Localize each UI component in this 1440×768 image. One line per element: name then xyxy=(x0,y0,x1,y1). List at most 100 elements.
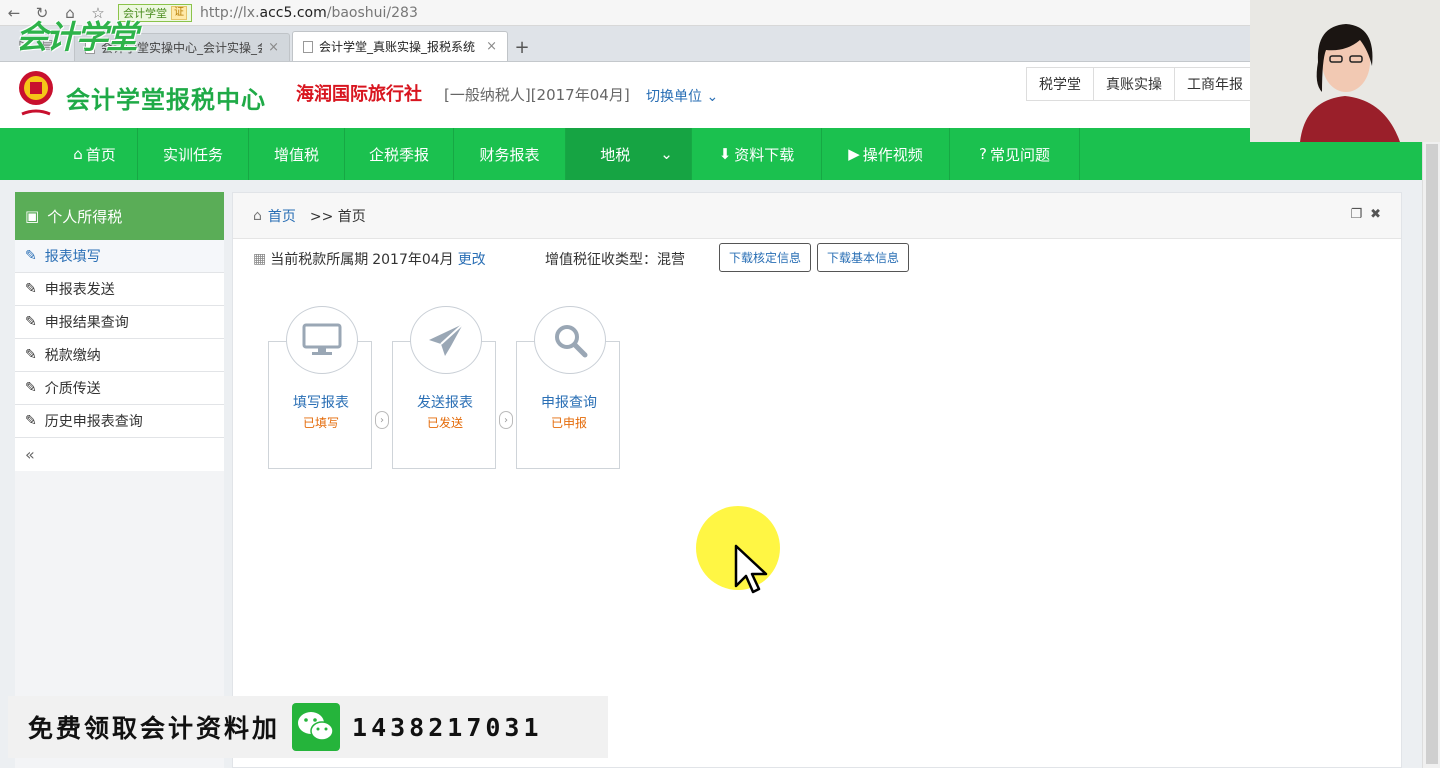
download-basic-button[interactable]: 下载基本信息 xyxy=(817,243,910,272)
browser-tab-2[interactable]: 会计学堂_真账实操_报税系统 × xyxy=(292,31,508,61)
top-link-annual-report[interactable]: 工商年报 xyxy=(1175,68,1256,100)
download-verify-button[interactable]: 下载核定信息 xyxy=(719,243,812,272)
promo-banner: 免费领取会计资料加 1438217031 xyxy=(8,696,608,758)
page-scrollbar[interactable] xyxy=(1422,142,1440,768)
breadcrumb-home-link[interactable]: 首页 xyxy=(268,206,296,226)
url-domain: acc5.com xyxy=(259,4,327,21)
nav-label: 企税季报 xyxy=(368,145,429,164)
edit-icon: ✎ xyxy=(25,314,37,330)
sidebar-item-media-transfer[interactable]: ✎ 介质传送 xyxy=(15,372,224,405)
sidebar-item-query-result[interactable]: ✎ 申报结果查询 xyxy=(15,306,224,339)
change-period-link[interactable]: 更改 xyxy=(458,249,486,269)
cert-badge-mark: 证 xyxy=(171,5,187,20)
monitor-icon[interactable] xyxy=(286,306,358,374)
tax-period: ▦ 当前税款所属期 2017年04月 更改 xyxy=(253,249,486,269)
tab-label: 会计学堂_真账实操_报税系统 xyxy=(319,40,476,54)
nav-local-tax[interactable]: 地税 ⌄ xyxy=(566,128,692,180)
edit-icon: ✎ xyxy=(25,281,37,297)
scrollbar-thumb[interactable] xyxy=(1426,144,1438,764)
nav-label: 实训任务 xyxy=(162,145,223,164)
nav-vat[interactable]: 增值税 xyxy=(249,128,345,180)
sidebar-item-history[interactable]: ✎ 历史申报表查询 xyxy=(15,405,224,438)
step-title: 申报查询 xyxy=(541,395,597,411)
sidebar-item-label: 申报结果查询 xyxy=(44,315,129,331)
edit-icon: ✎ xyxy=(25,413,37,429)
step-title: 发送报表 xyxy=(417,395,473,411)
top-link-tax-school[interactable]: 税学堂 xyxy=(1027,68,1094,100)
sidebar-item-label: 介质传送 xyxy=(44,381,101,397)
content-panel: ⌂ 首页 >> 首页 ❐ ✖ ▦ 当前税款所属期 2017年04月 更改 增值税… xyxy=(232,192,1402,768)
brand-watermark: 会计学堂 xyxy=(16,18,138,56)
nav-label: 首页 xyxy=(85,145,116,164)
close-icon[interactable]: ✖ xyxy=(1370,207,1381,222)
tax-emblem-icon xyxy=(19,71,53,116)
chevron-down-icon: ⌄ xyxy=(706,89,719,105)
nav-label: 资料下载 xyxy=(734,145,795,164)
wechat-icon xyxy=(292,703,341,751)
edit-icon: ✎ xyxy=(25,380,37,396)
site-title: 会计学堂报税中心 xyxy=(66,86,266,114)
sidebar-item-label: 申报表发送 xyxy=(44,282,115,298)
edit-icon: ✎ xyxy=(25,248,37,264)
step-status: 已填写 xyxy=(302,416,339,430)
url-field[interactable]: http://lx.acc5.com/baoshui/283 xyxy=(200,5,418,21)
nav-home[interactable]: ⌂ 首页 xyxy=(52,128,138,180)
mouse-cursor-icon xyxy=(734,544,768,594)
page-icon xyxy=(303,40,313,53)
webcam-overlay xyxy=(1250,0,1440,142)
nav-downloads[interactable]: ⬇ 资料下载 xyxy=(692,128,822,180)
browser-tab-bar: ⊳ ▤ 会计学堂实操中心_会计实操_会计 × 会计学堂_真账实操_报税系统 × … xyxy=(0,26,1250,62)
sidebar-item-label: 报表填写 xyxy=(44,249,101,265)
sidebar-item-send-report[interactable]: ✎ 申报表发送 xyxy=(15,273,224,306)
breadcrumb-current: >> 首页 xyxy=(309,208,366,225)
nav-label: 常见问题 xyxy=(989,145,1050,164)
period-value: 2017年04月 xyxy=(372,252,454,268)
period-label: 当前税款所属期 xyxy=(270,252,369,268)
url-prefix: http://lx. xyxy=(200,4,260,21)
nav-faq[interactable]: ? 常见问题 xyxy=(950,128,1080,180)
period-row: ▦ 当前税款所属期 2017年04月 更改 增值税征收类型：混营 下载核定信息 … xyxy=(233,239,1401,275)
sidebar-item-tax-payment[interactable]: ✎ 税款缴纳 xyxy=(15,339,224,372)
sidebar-collapse-button[interactable]: « xyxy=(15,438,224,471)
nav-label: 地税 xyxy=(600,145,631,164)
top-links: 税学堂 真账实操 工商年报 xyxy=(1026,67,1257,101)
new-tab-button[interactable]: + xyxy=(510,33,534,61)
sidebar-header: ▣ 个人所得税 xyxy=(15,192,224,240)
switch-unit-link[interactable]: 切换单位 ⌄ xyxy=(646,86,718,106)
close-icon[interactable]: × xyxy=(486,39,497,54)
step-arrow-icon: › xyxy=(375,411,389,429)
vat-type: 增值税征收类型：混营 xyxy=(545,252,685,268)
edit-icon: ✎ xyxy=(25,347,37,363)
sidebar-item-label: 历史申报表查询 xyxy=(44,414,143,430)
close-icon[interactable]: × xyxy=(268,40,279,55)
nav-label: 增值税 xyxy=(273,145,319,164)
step-arrow-icon: › xyxy=(499,411,513,429)
calendar-icon: ▦ xyxy=(253,251,267,267)
home-icon: ⌂ xyxy=(253,207,262,224)
main-nav: ⌂ 首页 实训任务 增值税 企税季报 财务报表 地税 ⌄ ⬇ 资料下载 ▶ 操作视频 ?… xyxy=(0,128,1422,180)
sidebar: ▣ 个人所得税 ✎ 报表填写 ✎ 申报表发送 ✎ 申报结果查询 ✎ 税款缴纳 ✎ 介质传送… xyxy=(15,192,224,768)
site-header: 会计学堂报税中心 海润国际旅行社 [一般纳税人][2017年04月] 切换单位 … xyxy=(0,62,1440,128)
nav-label: 财务报表 xyxy=(479,145,540,164)
nav-financial-reports[interactable]: 财务报表 xyxy=(454,128,566,180)
id-card-icon: ▣ xyxy=(25,207,40,225)
paper-plane-icon[interactable] xyxy=(410,306,482,374)
chevron-down-icon: ⌄ xyxy=(660,145,673,163)
play-icon: ▶ xyxy=(848,145,860,163)
nav-label: 操作视频 xyxy=(862,145,923,164)
nav-quarterly-tax[interactable]: 企税季报 xyxy=(345,128,454,180)
search-icon[interactable] xyxy=(534,306,606,374)
restore-icon[interactable]: ❐ xyxy=(1350,207,1362,222)
panel-tools: ❐ ✖ xyxy=(1350,207,1381,222)
switch-unit-label: 切换单位 xyxy=(646,89,702,105)
nav-videos[interactable]: ▶ 操作视频 xyxy=(822,128,950,180)
download-icon: ⬇ xyxy=(718,145,732,163)
company-meta: [一般纳税人][2017年04月] xyxy=(444,86,630,104)
step-status: 已发送 xyxy=(426,416,463,430)
top-link-practice[interactable]: 真账实操 xyxy=(1094,68,1175,100)
nav-training-tasks[interactable]: 实训任务 xyxy=(138,128,249,180)
sidebar-item-fill-report[interactable]: ✎ 报表填写 xyxy=(15,240,224,273)
url-path: /baoshui/283 xyxy=(326,4,418,21)
presenter-video-icon xyxy=(1250,0,1440,142)
promo-number: 1438217031 xyxy=(352,712,543,742)
